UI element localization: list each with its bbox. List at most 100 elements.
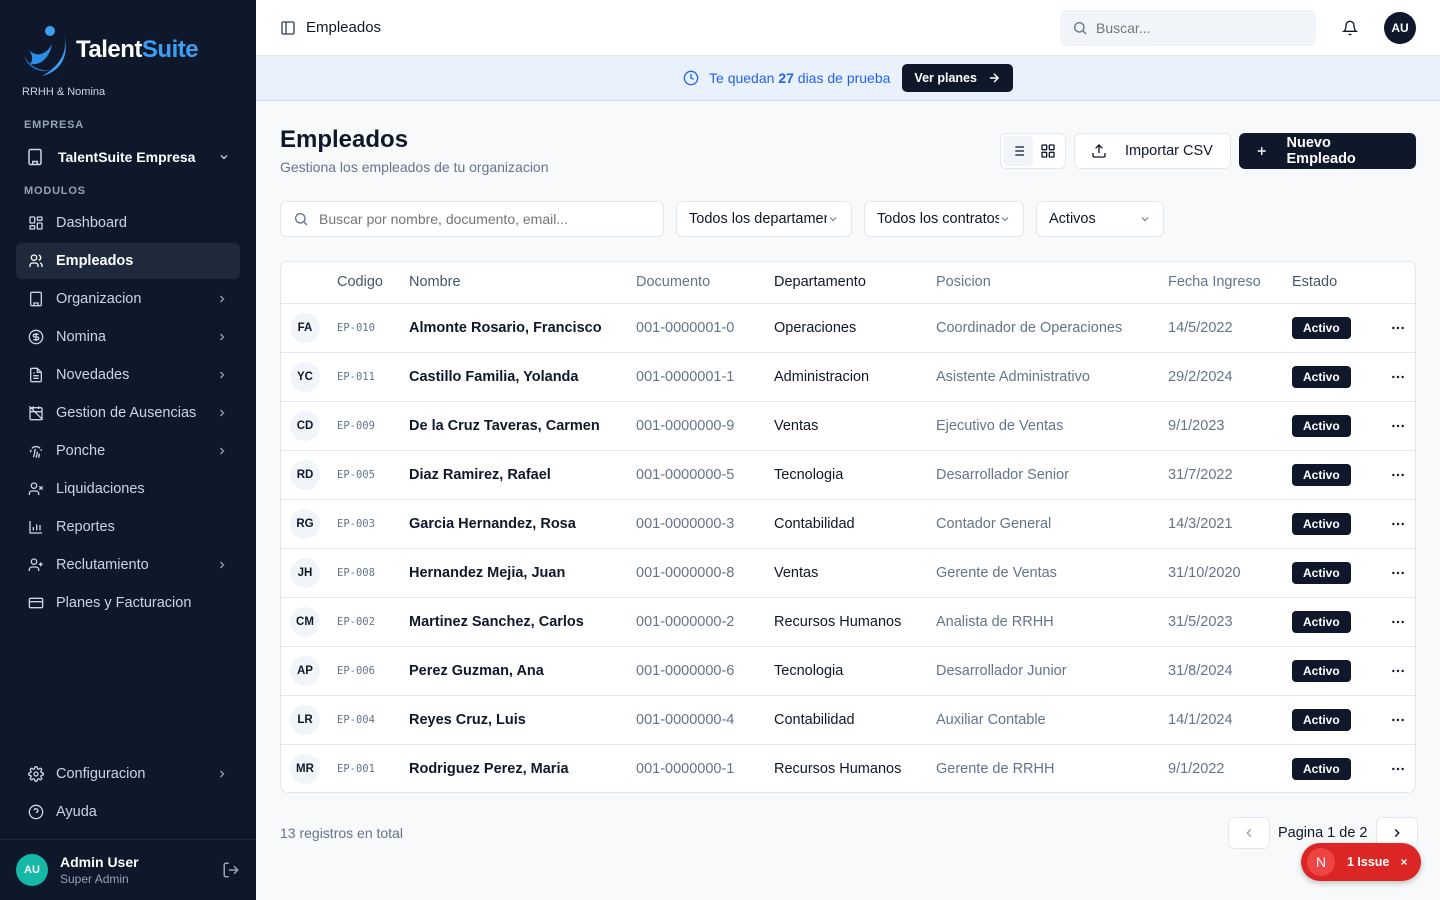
issues-badge[interactable]: N 1 Issue	[1301, 843, 1421, 881]
column-header-codigo[interactable]: Codigo	[337, 262, 409, 304]
column-header-documento[interactable]: Documento	[636, 262, 774, 304]
employee-name[interactable]: Almonte Rosario, Francisco	[409, 303, 636, 353]
global-search[interactable]	[1060, 10, 1316, 46]
employee-name[interactable]: Reyes Cruz, Luis	[409, 695, 636, 745]
employee-name[interactable]: De la Cruz Taveras, Carmen	[409, 401, 636, 451]
sidebar-item-reclutamiento[interactable]: Reclutamiento	[16, 547, 240, 583]
employee-name[interactable]: Perez Guzman, Ana	[409, 646, 636, 696]
employee-name[interactable]: Diaz Ramirez, Rafael	[409, 450, 636, 500]
employee-document: 001-0000000-2	[636, 597, 774, 647]
layout-grid-icon	[29, 216, 43, 230]
column-header-posicion[interactable]: Posicion	[936, 262, 1168, 304]
close-icon[interactable]	[1399, 857, 1409, 867]
user-profile[interactable]: AU Admin User Super Admin	[0, 839, 256, 900]
employee-search[interactable]	[280, 201, 664, 237]
sidebar-toggle-icon[interactable]	[280, 20, 296, 36]
sidebar-item-dashboard[interactable]: Dashboard	[16, 205, 240, 241]
column-header-departamento[interactable]: Departamento	[774, 262, 936, 304]
more-horizontal-icon[interactable]	[1390, 516, 1406, 532]
sidebar-item-novedades[interactable]: Novedades	[16, 357, 240, 393]
employee-name[interactable]: Rodriguez Perez, Maria	[409, 744, 636, 792]
table-row[interactable]: FA EP-010 Almonte Rosario, Francisco 001…	[281, 303, 1415, 353]
bottom-nav: Configuracion Ayuda	[16, 756, 240, 832]
more-horizontal-icon[interactable]	[1390, 418, 1406, 434]
grid-view-button[interactable]	[1033, 136, 1063, 166]
employee-avatar: JH	[290, 557, 320, 588]
employee-department: Ventas	[774, 548, 936, 598]
employee-avatar: YC	[290, 361, 320, 392]
employee-name[interactable]: Castillo Familia, Yolanda	[409, 352, 636, 402]
company-selector[interactable]: TalentSuite Empresa	[16, 140, 240, 174]
building-icon	[30, 291, 42, 307]
more-horizontal-icon[interactable]	[1390, 467, 1406, 483]
table-row[interactable]: LR EP-004 Reyes Cruz, Luis 001-0000000-4…	[281, 695, 1415, 745]
more-horizontal-icon[interactable]	[1390, 369, 1406, 385]
column-header-estado[interactable]: Estado	[1292, 262, 1380, 304]
column-header-nombre[interactable]: Nombre	[409, 262, 636, 304]
sidebar-item-liquidaciones[interactable]: Liquidaciones	[16, 471, 240, 507]
employee-name[interactable]: Hernandez Mejia, Juan	[409, 548, 636, 598]
view-plans-button[interactable]: Ver planes	[902, 64, 1013, 92]
employee-name[interactable]: Garcia Hernandez, Rosa	[409, 499, 636, 549]
employee-name[interactable]: Martinez Sanchez, Carlos	[409, 597, 636, 647]
sidebar-item-label: Configuracion	[56, 766, 146, 782]
employee-department: Tecnologia	[774, 646, 936, 696]
prev-page-button[interactable]	[1228, 817, 1270, 849]
more-horizontal-icon[interactable]	[1390, 761, 1406, 777]
table-row[interactable]: CM EP-002 Martinez Sanchez, Carlos 001-0…	[281, 597, 1415, 647]
table-row[interactable]: CD EP-009 De la Cruz Taveras, Carmen 001…	[281, 401, 1415, 451]
import-csv-button[interactable]: Importar CSV	[1074, 133, 1231, 169]
calendar-off-icon	[28, 405, 44, 421]
building-icon	[28, 148, 42, 166]
sidebar-item-nomina[interactable]: Nomina	[16, 319, 240, 355]
more-horizontal-icon[interactable]	[1390, 663, 1406, 679]
sidebar-item-ayuda[interactable]: Ayuda	[16, 794, 240, 830]
bell-icon[interactable]	[1342, 19, 1358, 37]
table-row[interactable]: YC EP-011 Castillo Familia, Yolanda 001-…	[281, 352, 1415, 402]
department-select[interactable]: Todos los departamentos	[676, 201, 852, 237]
table-row[interactable]: RD EP-005 Diaz Ramirez, Rafael 001-00000…	[281, 450, 1415, 500]
page-info: Pagina 1 de 2	[1278, 825, 1368, 841]
logo[interactable]: TalentSuite	[20, 22, 199, 78]
sidebar-item-empleados[interactable]: Empleados	[16, 243, 240, 279]
trial-text: Te quedan 27 dias de prueba	[709, 70, 891, 86]
chevron-right-icon	[220, 371, 225, 379]
employee-document: 001-0000000-8	[636, 548, 774, 598]
employee-department: Recursos Humanos	[774, 597, 936, 647]
logout-icon[interactable]	[222, 861, 240, 879]
chevron-down-icon	[220, 155, 228, 160]
list-view-button[interactable]	[1003, 136, 1033, 166]
global-search-input[interactable]	[1096, 20, 1296, 36]
employee-position: Asistente Administrativo	[936, 352, 1168, 402]
employee-search-input[interactable]	[319, 211, 649, 227]
employee-hire-date: 29/2/2024	[1168, 352, 1292, 402]
status-select[interactable]: Activos	[1036, 201, 1164, 237]
employee-code: EP-006	[337, 646, 409, 696]
employee-code: EP-010	[337, 303, 409, 353]
chevron-left-icon	[1246, 828, 1252, 838]
column-header-fecha-ingreso[interactable]: Fecha Ingreso	[1168, 262, 1292, 304]
sidebar-item-organizacion[interactable]: Organizacion	[16, 281, 240, 317]
table-row[interactable]: MR EP-001 Rodriguez Perez, Maria 001-000…	[281, 744, 1415, 792]
contract-select[interactable]: Todos los contratos	[864, 201, 1024, 237]
more-horizontal-icon[interactable]	[1390, 712, 1406, 728]
topbar-avatar[interactable]: AU	[1384, 12, 1416, 44]
employee-code: EP-001	[337, 762, 375, 775]
employee-position: Gerente de RRHH	[936, 760, 1055, 777]
table-row[interactable]: RG EP-003 Garcia Hernandez, Rosa 001-000…	[281, 499, 1415, 549]
list-icon	[1012, 146, 1024, 156]
more-horizontal-icon[interactable]	[1390, 614, 1406, 630]
sidebar-item-configuracion[interactable]: Configuracion	[16, 756, 240, 792]
status-badge: Activo	[1292, 316, 1351, 339]
sidebar-item-planes-facturacion[interactable]: Planes y Facturacion	[16, 585, 240, 621]
sidebar-item-ponche[interactable]: Ponche	[16, 433, 240, 469]
sidebar-item-gestion-ausencias[interactable]: Gestion de Ausencias	[16, 395, 240, 431]
new-employee-button[interactable]: Nuevo Empleado	[1239, 133, 1416, 169]
sidebar-item-label: Planes y Facturacion	[56, 595, 192, 611]
more-horizontal-icon[interactable]	[1390, 320, 1406, 336]
table-row[interactable]: JH EP-008 Hernandez Mejia, Juan 001-0000…	[281, 548, 1415, 598]
table-row[interactable]: AP EP-006 Perez Guzman, Ana 001-0000000-…	[281, 646, 1415, 696]
search-icon	[295, 213, 308, 226]
more-horizontal-icon[interactable]	[1390, 565, 1406, 581]
sidebar-item-reportes[interactable]: Reportes	[16, 509, 240, 545]
